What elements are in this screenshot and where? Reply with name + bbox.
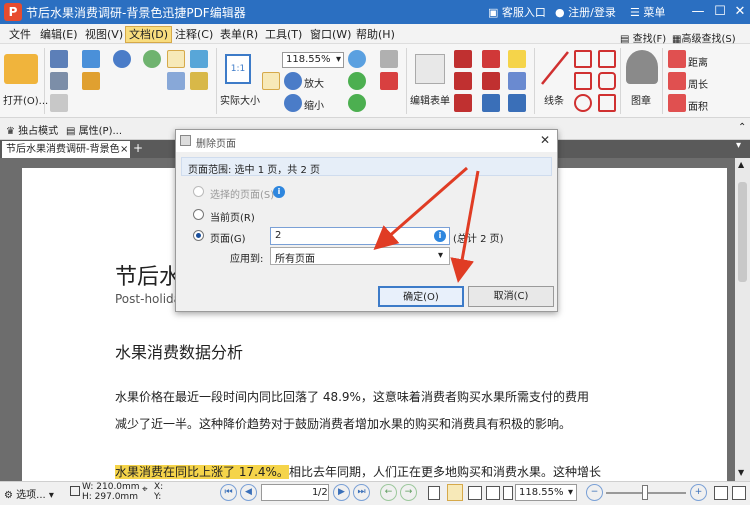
cursor-icon: ⌖ xyxy=(142,484,148,495)
page-width: W: 210.0mm xyxy=(82,482,140,492)
history-forward-button[interactable]: → xyxy=(400,484,417,501)
zoom-out-status-button[interactable]: − xyxy=(586,484,603,501)
last-page-button[interactable]: ⏭ xyxy=(353,484,370,501)
fullscreen-icon[interactable] xyxy=(732,486,746,500)
cursor-x: X: xyxy=(154,482,164,492)
annotation-arrows xyxy=(373,166,480,283)
next-page-button[interactable]: ▶ xyxy=(333,484,350,501)
first-page-button[interactable]: ⏮ xyxy=(220,484,237,501)
red-arrow-to-input xyxy=(373,166,468,250)
options-label: 选项... xyxy=(16,490,46,501)
split-view-icon[interactable] xyxy=(503,486,513,500)
status-zoom-select[interactable]: 118.55% ▾ xyxy=(515,484,577,501)
red-arrow-to-ok xyxy=(450,170,480,283)
chevron-down-icon: ▾ xyxy=(568,487,574,498)
page-size-icon xyxy=(70,486,80,496)
previous-page-button[interactable]: ◀ xyxy=(240,484,257,501)
page-height: H: 297.0mm xyxy=(82,492,138,502)
fit-width-icon[interactable] xyxy=(714,486,728,500)
continuous-facing-icon[interactable] xyxy=(486,486,500,500)
chevron-down-icon: ▾ xyxy=(45,490,54,501)
gear-icon: ⚙ xyxy=(4,490,17,501)
status-zoom-value: 118.55% xyxy=(519,487,564,498)
page-total: /2 xyxy=(318,487,328,498)
facing-pages-icon[interactable] xyxy=(468,486,482,500)
page-number-input[interactable]: 1 /2 xyxy=(261,484,329,501)
cursor-y: Y: xyxy=(154,492,162,502)
options-button[interactable]: ⚙ 选项... ▾ xyxy=(4,486,54,501)
continuous-page-icon[interactable] xyxy=(447,484,463,501)
history-back-button[interactable]: ← xyxy=(380,484,397,501)
zoom-in-status-button[interactable]: + xyxy=(690,484,707,501)
single-page-icon[interactable] xyxy=(428,486,440,500)
zoom-slider-thumb[interactable] xyxy=(642,485,648,500)
